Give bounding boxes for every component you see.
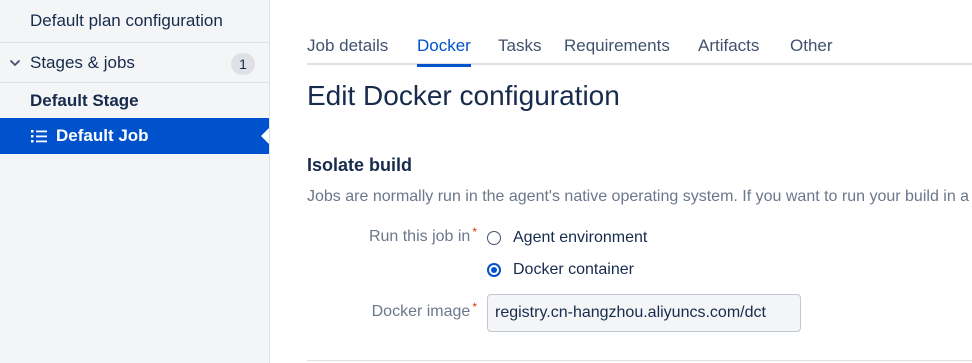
required-asterisk: * bbox=[472, 300, 477, 314]
tab-requirements[interactable]: Requirements bbox=[564, 34, 670, 65]
docker-image-input[interactable] bbox=[487, 294, 801, 332]
sidebar-item-label: Default plan configuration bbox=[30, 11, 223, 30]
plan-configuration-page: Default plan configuration Stages & jobs… bbox=[0, 0, 972, 363]
sidebar-item-label: Stages & jobs bbox=[30, 52, 135, 72]
list-icon bbox=[31, 130, 47, 143]
radio-agent-environment[interactable]: Agent environment bbox=[487, 227, 647, 249]
chevron-down-icon[interactable] bbox=[8, 56, 22, 70]
radio-button-checked[interactable] bbox=[487, 263, 501, 277]
tab-bar: Job details Docker Tasks Requirements Ar… bbox=[307, 34, 972, 67]
page-title: Edit Docker configuration bbox=[307, 80, 620, 111]
run-job-in-label: Run this job in * bbox=[317, 225, 477, 246]
docker-image-label-text: Docker image bbox=[371, 303, 471, 320]
tab-job-details[interactable]: Job details bbox=[307, 34, 388, 65]
sidebar: Default plan configuration Stages & jobs… bbox=[0, 0, 270, 363]
radio-label: Agent environment bbox=[513, 229, 648, 246]
tab-artifacts[interactable]: Artifacts bbox=[698, 34, 759, 65]
tab-docker[interactable]: Docker bbox=[417, 34, 471, 67]
docker-image-label: Docker image * bbox=[317, 300, 477, 321]
radio-label: Docker container bbox=[513, 261, 634, 278]
stages-count-badge: 1 bbox=[231, 53, 255, 75]
section-description: Jobs are normally run in the agent's nat… bbox=[307, 188, 972, 205]
radio-docker-container[interactable]: Docker container bbox=[487, 259, 634, 281]
section-title: Isolate build bbox=[307, 155, 413, 175]
selected-notch bbox=[259, 128, 269, 144]
divider bbox=[307, 360, 972, 361]
sidebar-item-stages-jobs[interactable]: Stages & jobs 1 bbox=[0, 43, 269, 83]
sidebar-item-default-job[interactable]: Default Job bbox=[0, 118, 269, 154]
run-job-in-label-text: Run this job in bbox=[368, 228, 471, 245]
tab-tasks[interactable]: Tasks bbox=[498, 34, 541, 65]
sidebar-item-label: Default Job bbox=[56, 126, 149, 145]
tab-other[interactable]: Other bbox=[790, 34, 833, 65]
sidebar-item-label: Default Stage bbox=[30, 90, 139, 110]
required-asterisk: * bbox=[472, 225, 477, 239]
radio-button[interactable] bbox=[487, 231, 501, 245]
sidebar-item-default-stage[interactable]: Default Stage bbox=[0, 83, 269, 118]
sidebar-item-plan-configuration[interactable]: Default plan configuration bbox=[0, 0, 269, 43]
